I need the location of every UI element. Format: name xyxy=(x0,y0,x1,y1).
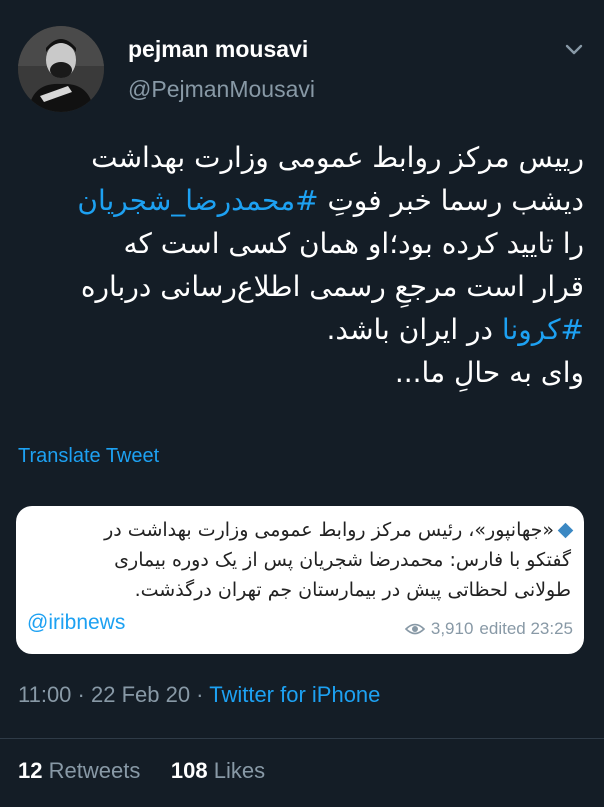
chevron-down-icon[interactable] xyxy=(562,38,586,62)
separator: · xyxy=(71,682,91,707)
tweet-line: را تایید کرده بود؛او همان کسی است که xyxy=(123,227,584,260)
retweets-stat[interactable]: 12 Retweets xyxy=(18,758,140,783)
user-handle[interactable]: @PejmanMousavi xyxy=(128,76,315,103)
profile-photo xyxy=(18,26,104,112)
tweet-text-segment: در ایران باشد. xyxy=(326,313,502,346)
tweet-metadata: 11:00 · 22 Feb 20 · Twitter for iPhone xyxy=(18,682,380,708)
retweets-count: 12 xyxy=(18,758,43,783)
tweet-line: دیشب رسما خبر فوتِ #محمدرضا_شجریان xyxy=(14,179,584,222)
client-link[interactable]: Twitter for iPhone xyxy=(209,682,380,707)
tweet-text: رییس مرکز روابط عمومی وزارت بهداشت دیشب … xyxy=(14,136,584,394)
avatar[interactable] xyxy=(18,26,104,112)
tweet-line: قرار است مرجعِ رسمی اطلاع‌رسانی درباره xyxy=(80,270,584,303)
tweet-date[interactable]: 22 Feb 20 xyxy=(91,682,190,707)
hashtag-link[interactable]: #کرونا xyxy=(502,313,584,346)
likes-stat[interactable]: 108 Likes xyxy=(171,758,265,783)
tweet-line: وای به حالِ ما... xyxy=(394,356,584,389)
hashtag-link[interactable]: #محمدرضا_شجریان xyxy=(77,184,318,217)
likes-label: Likes xyxy=(213,758,266,783)
engagement-stats: 12 Retweets 108 Likes xyxy=(18,758,265,784)
view-count: 3,910 xyxy=(430,619,474,638)
quoted-meta: 3,910 edited 23:25 xyxy=(404,619,573,639)
tweet-text-segment: دیشب رسما خبر فوتِ xyxy=(318,184,584,217)
translate-tweet-link[interactable]: Translate Tweet xyxy=(18,445,159,468)
display-name[interactable]: pejman mousavi xyxy=(128,36,308,63)
blue-diamond-icon xyxy=(557,522,574,539)
quoted-line: طولانی لحظاتی پیش در بیمارستان جم تهران … xyxy=(134,579,571,601)
quoted-handle-link[interactable]: @iribnews xyxy=(27,611,125,635)
retweets-label: Retweets xyxy=(48,758,141,783)
quoted-line: گفتکو با فارس: محمدرضا شجریان پس از یک د… xyxy=(114,549,571,571)
likes-count: 108 xyxy=(170,758,208,783)
tweet-line: رییس مرکز روابط عمومی وزارت بهداشت xyxy=(91,141,584,174)
tweet-line: #کرونا در ایران باشد. xyxy=(14,308,584,351)
quoted-line-text: «جهانپور»، رئیس مرکز روابط عمومی وزارت ب… xyxy=(104,519,554,541)
quoted-tweet-card[interactable]: «جهانپور»، رئیس مرکز روابط عمومی وزارت ب… xyxy=(16,506,584,654)
quoted-tweet-text: «جهانپور»، رئیس مرکز روابط عمومی وزارت ب… xyxy=(23,515,574,605)
edited-label: edited 23:25 xyxy=(479,619,573,638)
tweet-time: 11:00 xyxy=(18,682,72,707)
divider xyxy=(0,738,604,739)
quoted-line: «جهانپور»، رئیس مرکز روابط عمومی وزارت ب… xyxy=(23,515,574,545)
separator: · xyxy=(190,682,210,707)
eye-icon xyxy=(404,623,425,635)
